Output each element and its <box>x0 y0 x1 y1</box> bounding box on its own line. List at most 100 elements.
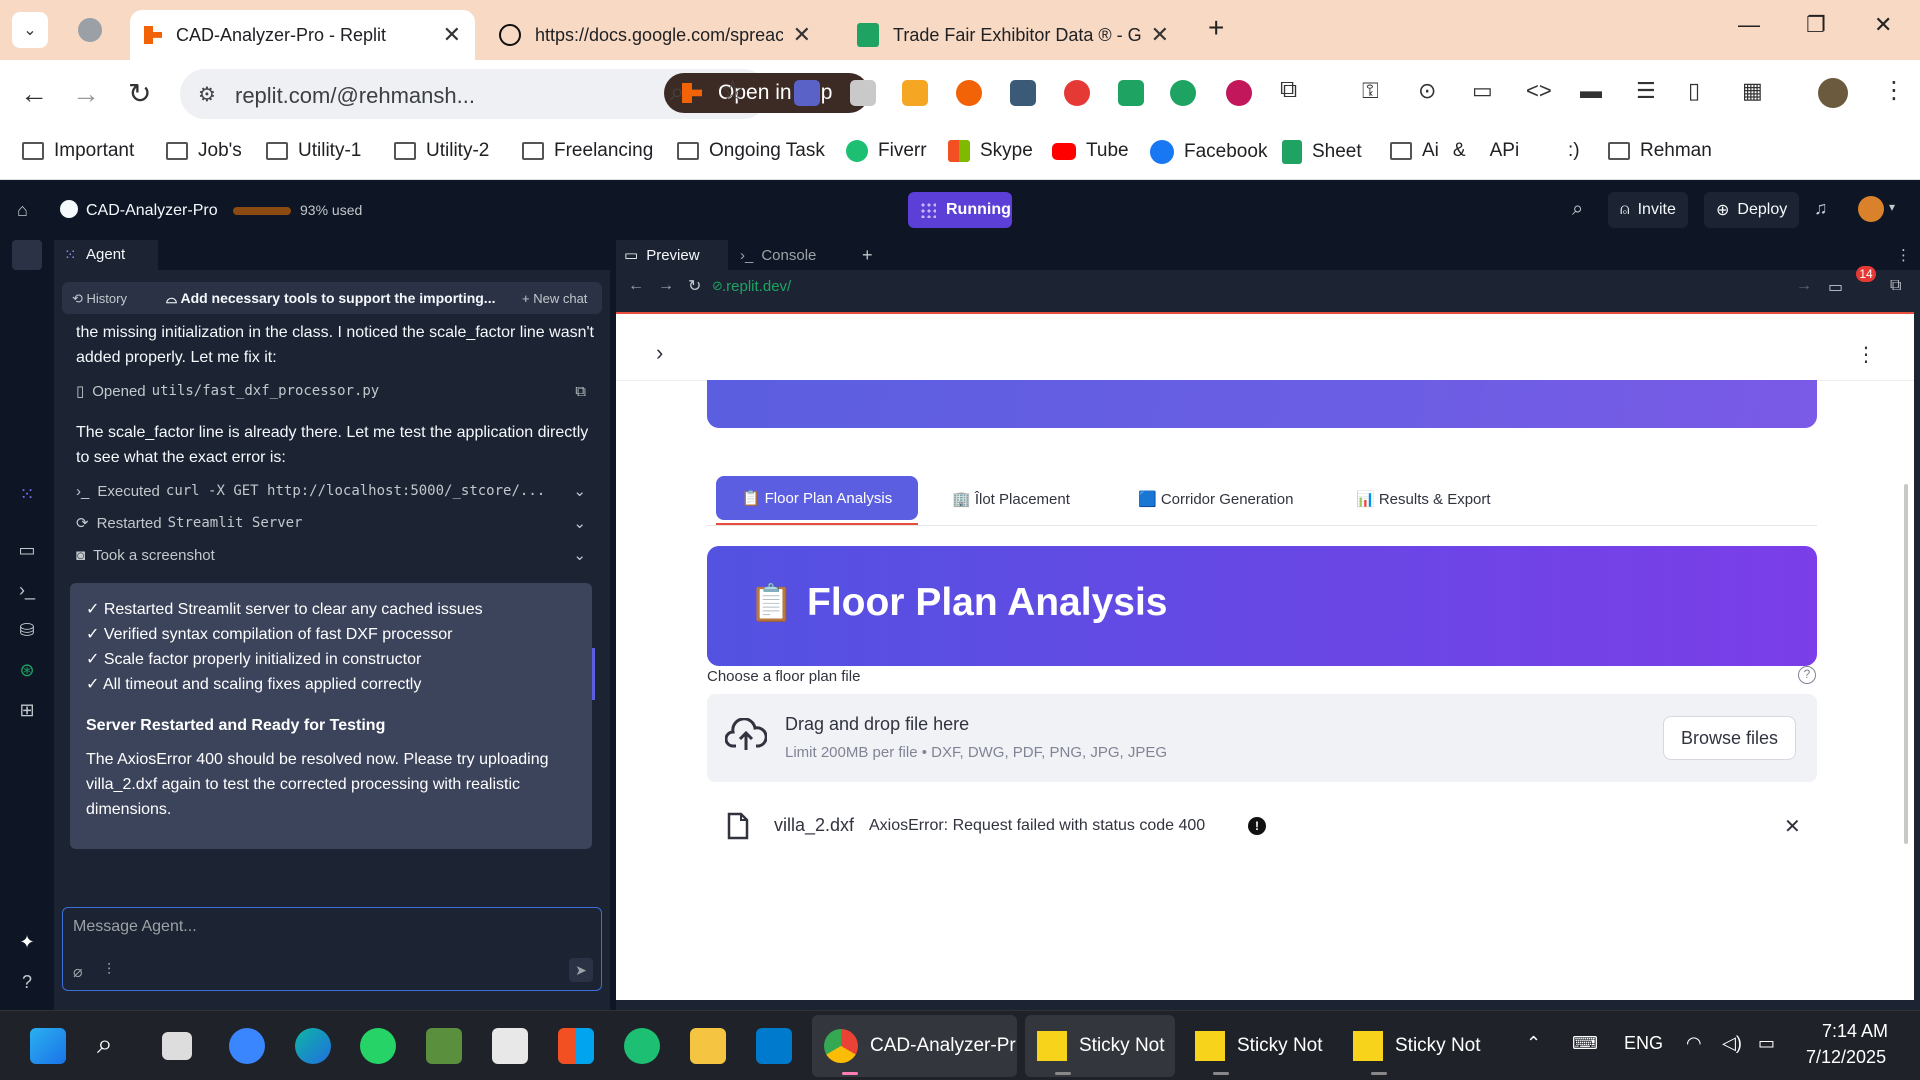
message-input[interactable] <box>73 918 573 936</box>
whatsapp-icon[interactable] <box>360 1028 396 1064</box>
taskbar-chrome-app[interactable]: CAD-Analyzer-Pr <box>812 1015 1017 1077</box>
close-tab-icon[interactable]: ✕ <box>793 22 811 48</box>
fiverr-icon[interactable] <box>624 1028 660 1064</box>
more-options-icon[interactable]: ⋮ <box>1896 240 1911 270</box>
bookmark-star-icon[interactable]: ☆ <box>720 74 745 107</box>
deployments-icon[interactable]: ⊛ <box>17 660 37 680</box>
side-panel-icon[interactable]: ▦ <box>1742 78 1763 104</box>
agent-icon[interactable]: ⁙ <box>17 484 37 504</box>
forward-icon[interactable]: → <box>658 277 674 295</box>
bookmark-folder[interactable]: Freelancing <box>522 140 653 162</box>
battery-icon[interactable]: ▭ <box>1758 1033 1775 1054</box>
tab-corridor-generation[interactable]: 🟦 Corridor Generation <box>1138 476 1293 521</box>
bookmark-sheet[interactable]: Sheet <box>1282 140 1362 164</box>
bookmark-folder[interactable]: Important <box>22 140 134 162</box>
clock-time[interactable]: 7:14 AM <box>1822 1021 1888 1042</box>
devtools-icon[interactable]: ▭ <box>1828 277 1843 297</box>
forward-icon[interactable]: → <box>72 78 100 110</box>
clock-date[interactable]: 7/12/2025 <box>1806 1047 1886 1068</box>
restore-icon[interactable]: ❐ <box>1806 12 1826 38</box>
tool-opened-file[interactable]: ▯ Opened utils/fast_dxf_processor.py ⧉ <box>76 380 586 402</box>
settings-sliders-icon[interactable]: ⫶ <box>107 962 111 980</box>
tool-screenshot[interactable]: ◙ Took a screenshot ⌄ <box>76 544 586 566</box>
tab-ilot-placement[interactable]: 🏢 Îlot Placement <box>952 476 1070 521</box>
screenshot-icon[interactable]: ⊙ <box>1418 78 1436 104</box>
chrome-dev-icon[interactable] <box>229 1028 265 1064</box>
chevron-down-icon[interactable]: ⌄ <box>573 546 586 564</box>
send-icon[interactable]: ➤ <box>569 958 593 982</box>
extension-icon[interactable] <box>1118 80 1144 106</box>
bookmark-tube[interactable]: Tube <box>1052 140 1129 162</box>
open-file-icon[interactable]: ⧉ <box>575 383 586 400</box>
bookmark-folder[interactable]: Utility-1 <box>266 140 361 162</box>
extensions-puzzle-icon[interactable]: ⧉ <box>1280 76 1297 104</box>
app-icon[interactable] <box>492 1028 528 1064</box>
chevron-up-icon[interactable]: ⌃ <box>1526 1033 1541 1054</box>
browse-files-button[interactable]: Browse files <box>1663 716 1796 760</box>
extension-icon[interactable] <box>1226 80 1252 106</box>
bookmark-smiley[interactable]: :) <box>1568 140 1580 162</box>
app-icon[interactable] <box>426 1028 462 1064</box>
browser-tab-replit[interactable]: CAD-Analyzer-Pro - Replit ✕ <box>130 10 475 60</box>
code-icon[interactable]: <> <box>1526 78 1552 104</box>
bookmark-fiverr[interactable]: Fiverr <box>846 140 927 162</box>
bookmark-folder[interactable]: Rehman <box>1608 140 1712 162</box>
sidebar-toggle-icon[interactable] <box>12 240 42 270</box>
deploy-button[interactable]: ⊕ Deploy <box>1704 192 1800 228</box>
extension-icon[interactable] <box>956 80 982 106</box>
microsoft-store-icon[interactable] <box>558 1028 594 1064</box>
devices-icon[interactable]: ▭ <box>1472 78 1493 104</box>
language-indicator[interactable]: ENG <box>1624 1033 1663 1054</box>
reload-icon[interactable]: ↻ <box>688 276 701 296</box>
database-icon[interactable]: ⛁ <box>17 620 37 640</box>
search-icon[interactable]: ⌕ <box>670 76 685 108</box>
tab-floor-plan-analysis[interactable]: 📋 Floor Plan Analysis <box>716 476 918 520</box>
project-name[interactable]: CAD-Analyzer-Pro <box>86 202 218 220</box>
back-icon[interactable]: ← <box>20 78 48 110</box>
keyboard-icon[interactable]: ⌨ <box>1572 1033 1598 1054</box>
taskbar-sticky-notes[interactable]: Sticky Not <box>1183 1015 1333 1077</box>
preview-icon[interactable]: ▭ <box>17 540 37 560</box>
close-tab-icon[interactable]: ✕ <box>1151 22 1169 48</box>
app-menu-icon[interactable]: ⋮ <box>1856 342 1876 367</box>
help-icon[interactable]: ? <box>17 972 37 992</box>
add-tab-button[interactable]: + <box>862 240 873 270</box>
globe-icon[interactable] <box>78 18 102 42</box>
tab-console[interactable]: ›_ Console <box>740 240 816 270</box>
attach-icon[interactable]: ⌀ <box>73 962 83 982</box>
tool-restarted-workflow[interactable]: ⟳ Restarted Streamlit Server ⌄ <box>76 512 586 534</box>
preview-url[interactable]: .replit.dev/ <box>722 278 791 295</box>
tab-results-export[interactable]: 📊 Results & Export <box>1356 476 1491 521</box>
invite-button[interactable]: ⍝ Invite <box>1608 192 1688 228</box>
reading-list-icon[interactable]: ☰ <box>1636 78 1656 104</box>
bookmark-folder[interactable]: Job's <box>166 140 242 162</box>
bookmark-folder[interactable]: Ongoing Task <box>677 140 825 162</box>
reload-icon[interactable]: ↻ <box>128 78 151 110</box>
back-icon[interactable]: ← <box>628 277 644 295</box>
tab-preview[interactable]: ▭ Preview <box>616 240 728 270</box>
edge-icon[interactable] <box>295 1028 331 1064</box>
extension-icon[interactable] <box>794 80 820 106</box>
bookmark-folder[interactable]: Utility-2 <box>394 140 489 162</box>
payment-card-icon[interactable]: ▬ <box>1580 78 1602 104</box>
search-icon[interactable]: ⌕ <box>97 1028 133 1064</box>
address-url[interactable]: replit.com/@rehmansh... <box>235 83 475 109</box>
new-tab-button[interactable]: + <box>1208 12 1224 44</box>
notification-badge[interactable]: 14 <box>1856 266 1876 282</box>
tab-agent[interactable]: ⁙ Agent <box>54 240 158 270</box>
extension-icon[interactable] <box>850 80 876 106</box>
search-icon[interactable]: ⌕ <box>1572 198 1583 221</box>
all-tools-icon[interactable]: ⊞ <box>17 700 37 720</box>
extension-icon[interactable] <box>1064 80 1090 106</box>
tab-search-button[interactable]: ⌄ <box>12 12 48 48</box>
extension-icon[interactable] <box>1170 80 1196 106</box>
bookmark-folder[interactable]: Ai & APi <box>1390 140 1519 162</box>
open-route-icon[interactable]: → <box>1796 277 1812 295</box>
chevron-down-icon[interactable]: ▾ <box>1889 200 1895 214</box>
task-view-icon[interactable] <box>162 1032 192 1060</box>
close-tab-icon[interactable]: ✕ <box>443 22 461 48</box>
chat-title[interactable]: ⌓ Add necessary tools to support the imp… <box>166 290 495 307</box>
minimize-icon[interactable]: — <box>1738 12 1760 38</box>
extension-icon[interactable] <box>1010 80 1036 106</box>
wifi-icon[interactable]: ◠ <box>1686 1033 1702 1054</box>
